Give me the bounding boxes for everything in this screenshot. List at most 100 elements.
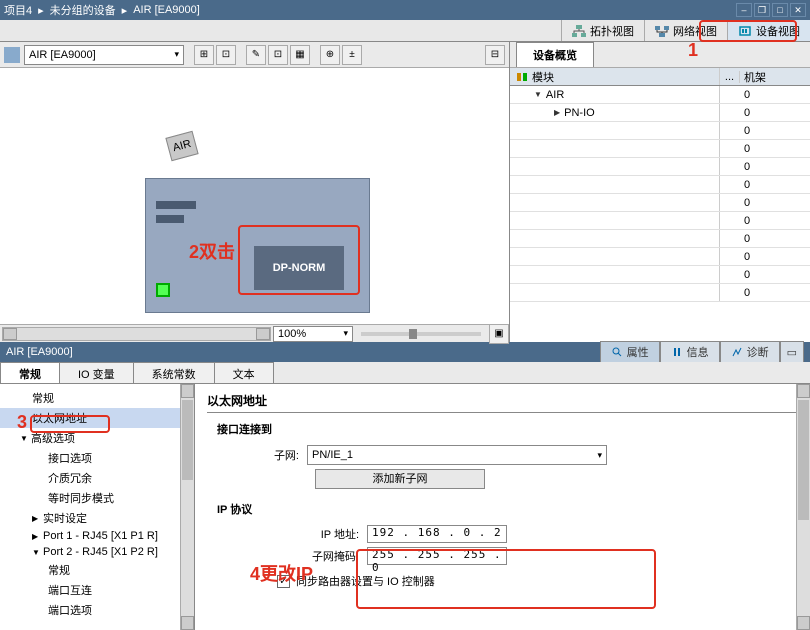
tree-isochronous-mode[interactable]: 等时同步模式 (0, 488, 194, 508)
horizontal-scrollbar[interactable] (2, 327, 271, 341)
toolbar-btn-1[interactable]: ⊞ (194, 45, 214, 65)
tab-general[interactable]: 常规 (0, 362, 60, 383)
expand-arrow[interactable]: ▶ (554, 108, 560, 117)
sync-router-label: 同步路由器设置与 IO 控制器 (296, 573, 435, 589)
section-ip-protocol: IP 协议 (217, 501, 798, 517)
zoom-fit-button[interactable]: ▣ (489, 324, 509, 344)
section-ethernet: 以太网地址 (207, 392, 798, 413)
breadcrumb-2: 未分组的设备 (50, 2, 116, 18)
table-row[interactable]: 0 (510, 158, 810, 176)
zoom-select[interactable]: 100% (273, 326, 353, 342)
tab-texts[interactable]: 文本 (214, 362, 274, 383)
table-row[interactable]: 0 (510, 140, 810, 158)
toolbar-btn-3[interactable]: ✎ (246, 45, 266, 65)
tree-ethernet-address[interactable]: 以太网地址 (0, 408, 194, 428)
zoom-reset-button[interactable]: ± (342, 45, 362, 65)
main-area: AIR [EA9000] ⊞ ⊡ ✎ ⊡ ▦ ⊕ ± ⊟ AIR DP-NO (0, 42, 810, 342)
tree-general[interactable]: 常规 (0, 388, 194, 408)
device-module-box[interactable]: DP-NORM (145, 178, 370, 313)
toolbar-btn-4[interactable]: ⊡ (268, 45, 288, 65)
ip-address-label: IP 地址: (277, 526, 367, 542)
tab-io-variables[interactable]: IO 变量 (59, 362, 134, 383)
status-led (156, 283, 170, 297)
device-canvas[interactable]: AIR DP-NORM (0, 68, 509, 324)
tab-topology-view[interactable]: 拓扑视图 (561, 20, 644, 41)
tab-system-constants[interactable]: 系统常数 (133, 362, 215, 383)
table-row[interactable]: 0 (510, 212, 810, 230)
minimize-button[interactable]: – (736, 3, 752, 17)
detail-scrollbar[interactable] (796, 384, 810, 630)
toolbar-btn-2[interactable]: ⊡ (216, 45, 236, 65)
topology-icon (572, 25, 586, 37)
toolbar-btn-5[interactable]: ▦ (290, 45, 310, 65)
zoom-bar: 100% ▣ (0, 324, 509, 342)
tree-port1[interactable]: ▶Port 1 - RJ45 [X1 P1 R] (0, 528, 194, 544)
property-title: AIR [EA9000] (6, 346, 73, 358)
subnet-mask-input[interactable]: 255 . 255 . 255 . 0 (367, 547, 507, 565)
sync-router-checkbox[interactable]: ✓ (277, 575, 290, 588)
subnet-select[interactable]: PN/IE_1 (307, 445, 607, 465)
table-row[interactable]: ▼AIR 0 (510, 86, 810, 104)
table-row[interactable]: ▶PN-IO 0 (510, 104, 810, 122)
tree-port2-interconnect[interactable]: 端口互连 (0, 580, 194, 600)
device-icon (738, 25, 752, 37)
tree-interface-options[interactable]: 接口选项 (0, 448, 194, 468)
table-row[interactable]: 0 (510, 194, 810, 212)
close-button[interactable]: ✕ (790, 3, 806, 17)
zoom-slider[interactable] (361, 332, 481, 336)
table-row[interactable]: 0 (510, 248, 810, 266)
property-content: 常规 以太网地址 ▼高级选项 接口选项 介质冗余 等时同步模式 ▶实时设定 ▶P… (0, 384, 810, 630)
property-main-tabs: 常规 IO 变量 系统常数 文本 (0, 362, 810, 384)
device-nav-icon[interactable] (4, 47, 20, 63)
tab-network-view[interactable]: 网络视图 (644, 20, 727, 41)
restore-button[interactable]: ❐ (754, 3, 770, 17)
subnet-label: 子网: (217, 447, 307, 463)
ip-address-input[interactable]: 192 . 168 . 0 . 2 (367, 525, 507, 543)
tab-device-view[interactable]: 设备视图 (727, 20, 810, 41)
overview-pane: 设备概览 模块 ... 机架 ▼AIR 0 ▶PN-IO 0 0 (510, 42, 810, 342)
table-row[interactable]: 0 (510, 122, 810, 140)
overview-header: 设备概览 (510, 42, 810, 68)
add-subnet-button[interactable]: 添加新子网 (315, 469, 485, 489)
device-toolbar: AIR [EA9000] ⊞ ⊡ ✎ ⊡ ▦ ⊕ ± ⊟ (0, 42, 509, 68)
breadcrumb-3: AIR [EA9000] (133, 4, 200, 16)
tree-port2[interactable]: ▼Port 2 - RJ45 [X1 P2 R] (0, 544, 194, 560)
network-icon (655, 25, 669, 37)
tree-realtime-settings[interactable]: ▶实时设定 (0, 508, 194, 528)
view-tabs-row: 拓扑视图 网络视图 设备视图 (0, 20, 810, 42)
window-title-bar: 项目4 ▸ 未分组的设备 ▸ AIR [EA9000] – ❐ □ ✕ (0, 0, 810, 20)
tab-properties[interactable]: 属性 (600, 341, 660, 363)
tree-port2-options[interactable]: 端口选项 (0, 600, 194, 620)
diagnostics-icon (731, 346, 743, 358)
tree-media-redundancy[interactable]: 介质冗余 (0, 468, 194, 488)
table-row[interactable]: 0 (510, 176, 810, 194)
tab-info[interactable]: 信息 (660, 341, 720, 363)
tab-diagnostics[interactable]: 诊断 (720, 341, 780, 363)
table-row[interactable]: 0 (510, 266, 810, 284)
property-tree: 常规 以太网地址 ▼高级选项 接口选项 介质冗余 等时同步模式 ▶实时设定 ▶P… (0, 384, 195, 630)
overview-table: 模块 ... 机架 ▼AIR 0 ▶PN-IO 0 0 0 0 0 0 0 0 … (510, 68, 810, 342)
maximize-button[interactable]: □ (772, 3, 788, 17)
module-icon (516, 71, 528, 83)
table-row[interactable]: 0 (510, 230, 810, 248)
subnet-mask-label: 子网掩码: (277, 548, 367, 564)
tree-advanced-options[interactable]: ▼高级选项 (0, 428, 194, 448)
table-row[interactable]: 0 (510, 284, 810, 302)
overview-header-row: 模块 ... 机架 (510, 68, 810, 86)
zoom-in-button[interactable]: ⊕ (320, 45, 340, 65)
panel-dock-button[interactable]: ▭ (780, 341, 804, 363)
tree-scrollbar[interactable] (180, 384, 194, 630)
breadcrumb-1: 项目4 (4, 2, 32, 18)
section-interface-connect: 接口连接到 (217, 421, 798, 437)
tree-port2-general[interactable]: 常规 (0, 560, 194, 580)
canvas-pane: AIR [EA9000] ⊞ ⊡ ✎ ⊡ ▦ ⊕ ± ⊟ AIR DP-NO (0, 42, 510, 342)
device-select[interactable]: AIR [EA9000] (24, 45, 184, 65)
property-title-bar: AIR [EA9000] 属性 信息 诊断 ▭ (0, 342, 810, 362)
overview-tab[interactable]: 设备概览 (516, 42, 594, 67)
dp-norm-slot[interactable]: DP-NORM (254, 246, 344, 290)
breadcrumb-sep: ▸ (122, 4, 128, 17)
expand-arrow[interactable]: ▼ (534, 90, 542, 99)
device-tag[interactable]: AIR (165, 131, 198, 161)
property-panel: 常规 IO 变量 系统常数 文本 常规 以太网地址 ▼高级选项 接口选项 介质冗… (0, 362, 810, 630)
toolbar-btn-dock[interactable]: ⊟ (485, 45, 505, 65)
